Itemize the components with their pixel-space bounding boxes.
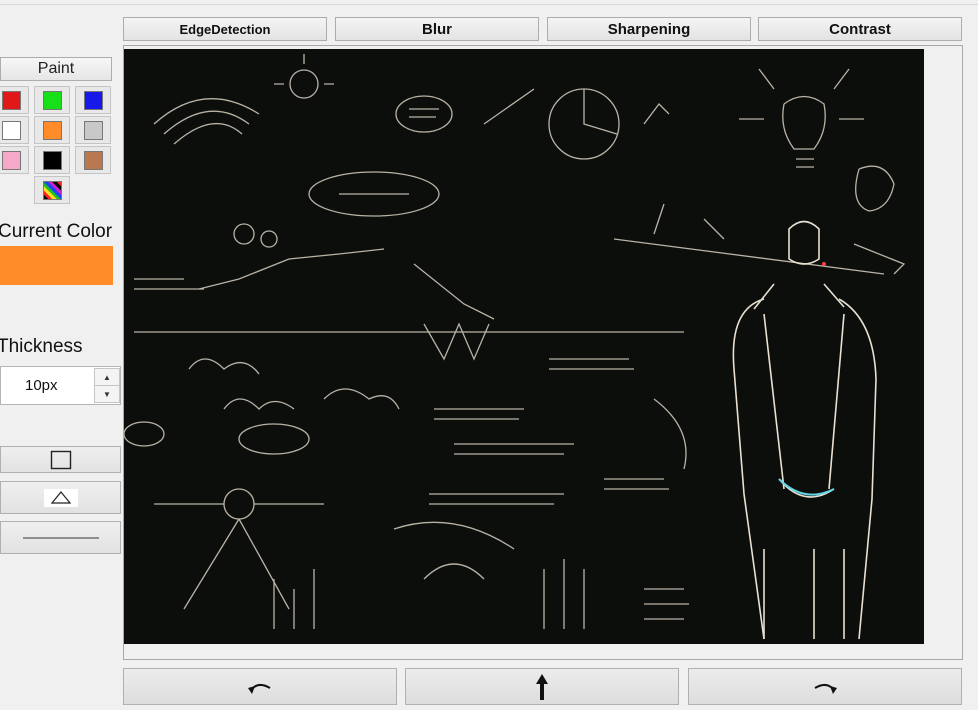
thickness-increase-button[interactable]: ▲ [94, 368, 120, 386]
arrow-down-icon: ▼ [103, 389, 111, 399]
thickness-label: Thickness [0, 336, 83, 357]
line-tool-button[interactable] [0, 521, 121, 554]
green-swatch-icon [42, 90, 62, 110]
undo-button[interactable] [123, 668, 397, 705]
upload-icon [536, 673, 548, 700]
light-gray-swatch-icon [83, 120, 103, 140]
orange-swatch-icon [42, 120, 62, 140]
thickness-spinbox[interactable]: 10px ▲ ▼ [0, 366, 121, 405]
swatch-multicolor[interactable] [34, 176, 70, 204]
black-swatch-icon [42, 150, 62, 170]
swatch-brown[interactable] [75, 146, 111, 174]
thickness-decrease-button[interactable]: ▼ [94, 385, 120, 403]
swatch-green[interactable] [34, 86, 70, 114]
swatch-orange[interactable] [34, 116, 70, 144]
red-swatch-icon [1, 90, 21, 110]
swatch-black[interactable] [34, 146, 70, 174]
swatch-white[interactable] [0, 116, 29, 144]
upload-button[interactable] [405, 668, 679, 705]
arrow-up-icon: ▲ [103, 372, 111, 382]
edge-detected-image[interactable] [124, 49, 924, 644]
current-color-label: Current Color [0, 221, 113, 242]
blue-swatch-icon [83, 90, 103, 110]
sharpening-button[interactable]: Sharpening [547, 17, 751, 41]
edge-detected-image-graphic [124, 49, 924, 644]
triangle-icon [50, 491, 71, 504]
redo-button[interactable] [688, 668, 962, 705]
left-panel: Paint Current Color Thickness 10px ▲ ▼ [0, 0, 123, 710]
triangle-tool-button[interactable] [0, 481, 121, 514]
swatch-blue[interactable] [75, 86, 111, 114]
multicolor-swatch-icon [42, 180, 62, 200]
image-canvas[interactable] [123, 45, 963, 660]
thickness-value[interactable]: 10px [25, 377, 58, 394]
triangle-icon-bg [43, 488, 78, 507]
contrast-button[interactable]: Contrast [758, 17, 962, 41]
white-swatch-icon [1, 120, 21, 140]
edge-detection-button[interactable]: EdgeDetection [123, 17, 327, 41]
brown-swatch-icon [83, 150, 103, 170]
redo-icon [814, 683, 837, 694]
current-color-preview [0, 246, 113, 285]
pink-swatch-icon [1, 150, 21, 170]
swatch-red[interactable] [0, 86, 29, 114]
blur-button[interactable]: Blur [335, 17, 539, 41]
rectangle-icon [50, 450, 71, 469]
top-divider [0, 4, 978, 5]
paint-button[interactable]: Paint [0, 57, 112, 81]
undo-icon [248, 683, 271, 694]
line-icon [22, 537, 99, 538]
swatch-light-gray[interactable] [75, 116, 111, 144]
swatch-pink[interactable] [0, 146, 29, 174]
rectangle-tool-button[interactable] [0, 446, 121, 473]
